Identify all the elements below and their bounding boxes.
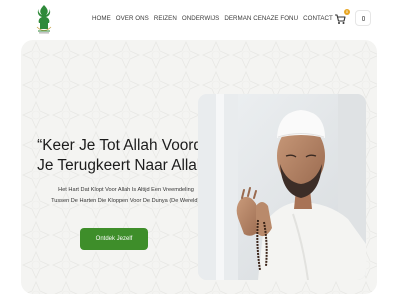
praying-man-photo (198, 94, 366, 280)
ontdek-jezelf-button[interactable]: Ontdek Jezelf (80, 228, 148, 250)
nav-over-ons[interactable]: OVER ONS (116, 15, 149, 22)
nav-reizen[interactable]: REIZEN (154, 15, 177, 22)
hero-subtitle-line-1: Het Hart Dat Klopt Voor Allah Is Altijd … (58, 187, 194, 193)
nav-derman-cenaze-fonu[interactable]: DERMAN CENAZE FONU (224, 15, 298, 22)
user-icon (362, 16, 365, 21)
hero-section: “Keer Je Tot Allah Voordat Je Terugkeert… (21, 40, 377, 294)
site-header: HOME OVER ONS REIZEN ONDERWIJS DERMAN CE… (0, 0, 400, 38)
nav-onderwijs[interactable]: ONDERWIJS (182, 15, 219, 22)
cart-count-badge: 0 (344, 9, 350, 15)
hero-headline-line-1: “Keer Je Tot Allah Voordat (37, 137, 215, 154)
hero-headline: “Keer Je Tot Allah Voordat Je Terugkeert… (31, 136, 221, 176)
main-nav: HOME OVER ONS REIZEN ONDERWIJS DERMAN CE… (92, 15, 338, 22)
hero-subtitle-line-2: Tussen De Harten Die Kloppen Voor De Dun… (51, 198, 201, 204)
nav-home[interactable]: HOME (92, 15, 111, 22)
hero-subtitle: Het Hart Dat Klopt Voor Allah Is Altijd … (31, 185, 221, 207)
user-account-button[interactable] (355, 10, 371, 26)
crescent-mosque-logo-icon[interactable] (34, 3, 54, 35)
hero-headline-line-2: Je Terugkeert Naar Allah.” (37, 157, 215, 174)
nav-contact[interactable]: CONTACT (303, 15, 333, 22)
